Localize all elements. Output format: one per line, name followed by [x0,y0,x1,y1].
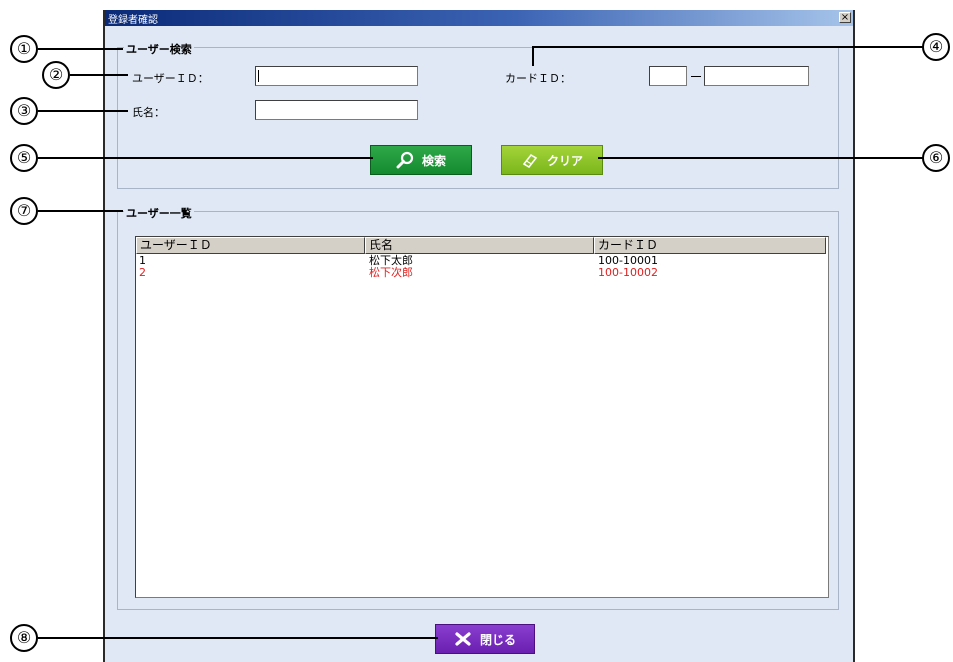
close-button-label: 閉じる [479,632,516,647]
user-list-group-title: ユーザー一覧 [124,205,194,221]
card-id-prefix-field[interactable] [649,66,687,86]
table-row[interactable]: 2 松下次郎 100-10002 [136,267,826,279]
callout-leader [38,48,123,50]
callout-3: ③ [10,97,38,125]
callout-leader [598,157,924,159]
window-title: 登録者確認 [108,15,158,26]
column-header-name[interactable]: 氏名 [365,237,594,254]
callout-leader [38,157,373,159]
callout-leader [532,46,925,48]
eraser-icon [522,153,538,168]
card-id-label: カードＩＤ： [505,72,571,85]
registrant-confirm-window: 登録者確認 × ユーザー検索 ユーザーＩＤ： 氏名： カードＩＤ： 検索 クリア… [103,10,855,662]
window-close-button[interactable]: × [839,12,851,23]
callout-leader [38,110,128,112]
callout-leader [532,46,534,66]
clear-button-label: クリア [546,153,583,168]
cell-user-id: 2 [139,266,146,279]
user-search-group-title: ユーザー検索 [124,41,194,57]
callout-8: ⑧ [10,624,38,652]
user-list-table[interactable]: ユーザーＩＤ 氏名 カードＩＤ 1 松下太郎 100-10001 2 松下次郎 … [135,236,829,598]
card-id-suffix-field[interactable] [704,66,809,86]
name-label: 氏名： [132,106,165,119]
search-button-label: 検索 [421,153,446,168]
callout-4: ④ [922,33,950,61]
callout-leader [38,210,123,212]
search-icon [396,151,414,169]
user-id-field[interactable] [255,66,418,86]
close-x-icon [455,632,471,646]
callout-leader [70,74,128,76]
callout-2: ② [42,61,70,89]
close-button[interactable]: 閉じる [435,624,535,654]
callout-1: ① [10,35,38,63]
table-row[interactable]: 1 松下太郎 100-10001 [136,255,826,267]
user-id-label: ユーザーＩＤ： [132,72,209,85]
callout-leader [38,637,438,639]
callout-6: ⑥ [922,144,950,172]
text-caret [258,70,259,82]
column-header-card-id[interactable]: カードＩＤ [594,237,826,254]
search-button[interactable]: 検索 [370,145,472,175]
card-id-separator [691,76,701,77]
callout-5: ⑤ [10,144,38,172]
cell-card-id: 100-10002 [598,266,658,279]
title-bar: 登録者確認 × [105,10,853,26]
clear-button[interactable]: クリア [501,145,603,175]
column-header-user-id[interactable]: ユーザーＩＤ [136,237,365,254]
name-field[interactable] [255,100,418,120]
callout-7: ⑦ [10,197,38,225]
cell-name: 松下次郎 [369,266,413,279]
